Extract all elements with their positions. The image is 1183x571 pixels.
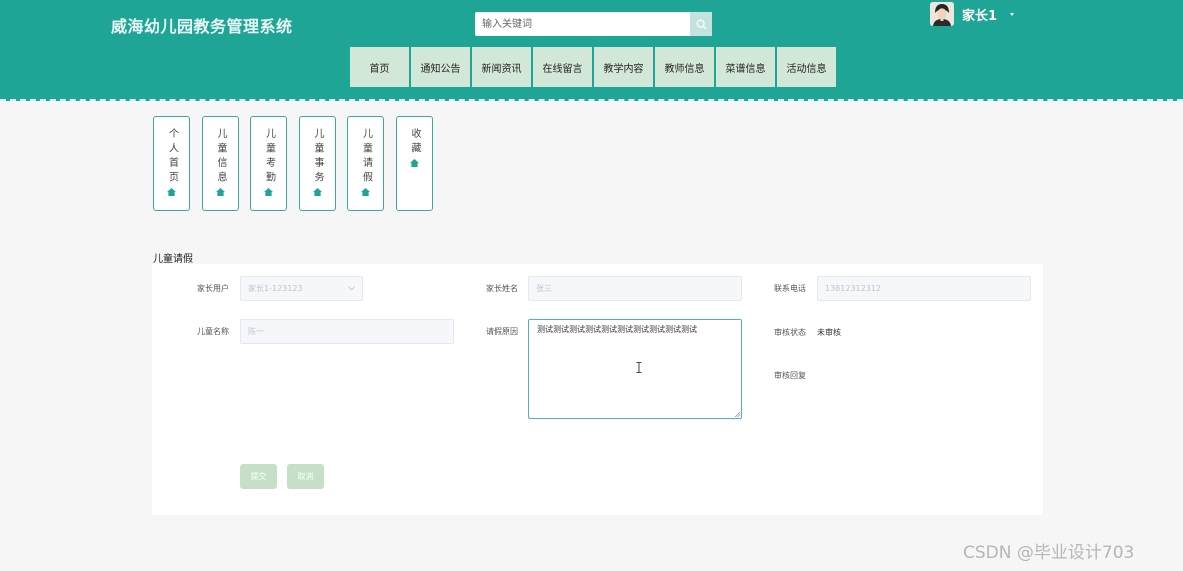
home-icon — [409, 159, 419, 167]
child-name-label: 儿童名称 — [197, 327, 229, 336]
tile-label: 收藏 — [409, 128, 420, 157]
chevron-down-icon — [348, 286, 355, 291]
tile-child-affairs[interactable]: 儿童事务 — [298, 116, 336, 211]
tile-favorites[interactable]: 收藏 — [395, 116, 433, 211]
home-icon — [167, 188, 176, 196]
tile-label: 儿童信息 — [215, 128, 226, 186]
nav-item-menus[interactable]: 菜谱信息 — [716, 47, 775, 87]
reason-textarea[interactable]: 测试测试测试测试测试测试测试测试测试测试 — [528, 319, 742, 419]
parent-user-value: 家长1-123123 — [248, 284, 303, 293]
site-title: 威海幼儿园教务管理系统 — [111, 17, 293, 36]
avatar[interactable] — [930, 2, 954, 26]
main-nav: 首页 通知公告 新闻资讯 在线留言 教学内容 教师信息 菜谱信息 活动信息 — [350, 47, 838, 87]
review-status-label: 审核状态 — [774, 328, 806, 337]
parent-name-field[interactable]: 张三 — [528, 276, 742, 301]
page-title: 儿童请假 — [153, 254, 193, 265]
reason-text: 测试测试测试测试测试测试测试测试测试测试 — [537, 325, 697, 334]
leave-form: 家长用户 家长1-123123 家长姓名 张三 联系电话 13812312312… — [152, 264, 1043, 515]
tile-label: 儿童考勤 — [263, 128, 275, 186]
nav-item-messages[interactable]: 在线留言 — [533, 47, 592, 87]
user-name: 家长1 — [962, 8, 998, 24]
caret-down-icon[interactable] — [1010, 12, 1015, 16]
tile-label: 儿童请假 — [360, 128, 372, 186]
resize-handle-icon[interactable] — [734, 411, 740, 417]
nav-item-teachers[interactable]: 教师信息 — [655, 47, 714, 87]
center-menu: 个人首页 儿童信息 儿童考勤 儿童事务 儿童请假 收藏 — [153, 116, 444, 211]
text-cursor-icon — [636, 362, 642, 373]
phone-field[interactable]: 13812312312 — [817, 276, 1031, 301]
home-icon — [312, 188, 322, 196]
tile-label: 儿童事务 — [312, 128, 323, 186]
search-bar — [475, 12, 712, 36]
nav-item-news[interactable]: 新闻资讯 — [472, 47, 531, 87]
parent-user-label: 家长用户 — [197, 284, 229, 293]
nav-item-activities[interactable]: 活动信息 — [777, 47, 836, 87]
search-button[interactable] — [690, 12, 712, 36]
nav-item-home[interactable]: 首页 — [350, 47, 409, 87]
tile-profile-home[interactable]: 个人首页 — [153, 116, 190, 211]
search-input[interactable] — [475, 12, 690, 36]
nav-item-notices[interactable]: 通知公告 — [411, 47, 470, 87]
tile-label: 个人首页 — [166, 128, 178, 186]
review-reply-label: 审核回复 — [774, 371, 806, 380]
tile-child-leave[interactable]: 儿童请假 — [347, 116, 384, 211]
cancel-button[interactable]: 取消 — [287, 464, 324, 489]
parent-user-select[interactable]: 家长1-123123 — [240, 276, 363, 301]
nav-item-teaching[interactable]: 教学内容 — [594, 47, 653, 87]
reason-label: 请假原因 — [486, 327, 518, 336]
search-icon — [696, 19, 707, 30]
user-menu[interactable]: 家长1 — [930, 2, 1015, 26]
home-icon — [361, 188, 370, 196]
phone-label: 联系电话 — [774, 284, 806, 293]
home-icon — [264, 188, 273, 196]
tile-child-attendance[interactable]: 儿童考勤 — [250, 116, 287, 211]
review-status-value: 未审核 — [817, 328, 841, 337]
submit-button[interactable]: 提交 — [240, 464, 277, 489]
home-icon — [215, 188, 225, 196]
child-name-field[interactable]: 陈一 — [240, 319, 454, 344]
header-bar: 威海幼儿园教务管理系统 家长1 首页 通知公告 新闻资讯 在线留言 教学内 — [0, 0, 1183, 101]
tile-child-info[interactable]: 儿童信息 — [201, 116, 239, 211]
watermark: CSDN @毕业设计703 — [963, 543, 1135, 563]
parent-name-label: 家长姓名 — [486, 284, 518, 293]
